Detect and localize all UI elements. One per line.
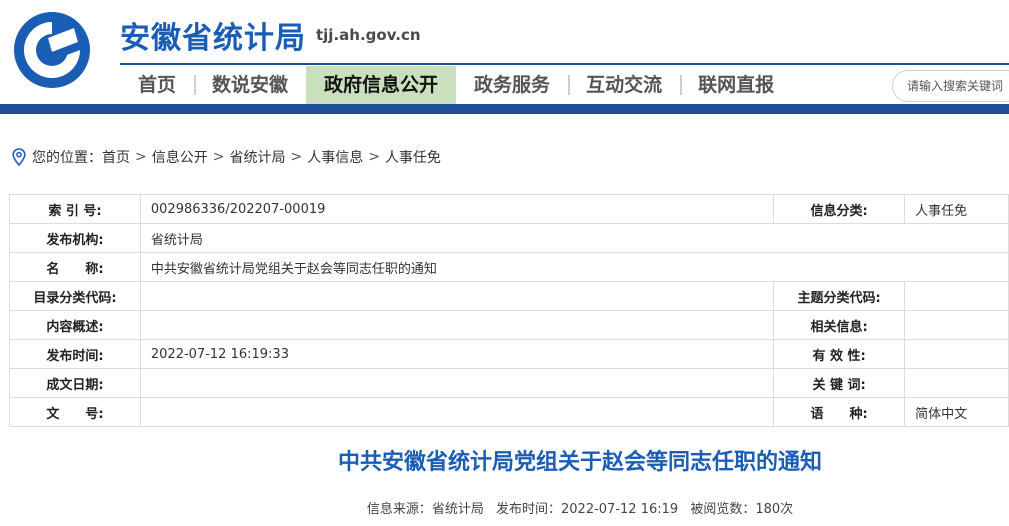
nav-interaction[interactable]: 互动交流 xyxy=(568,66,680,104)
table-row: 名 称: 中共安徽省统计局党组关于赵会等同志任职的通知 xyxy=(9,252,1009,282)
publisher-label: 发布机构: xyxy=(9,223,141,253)
table-row: 文 号: 语 种: 简体中文 xyxy=(9,397,1009,427)
summary-label: 内容概述: xyxy=(9,310,141,340)
keywords-value xyxy=(904,368,1009,398)
table-row: 内容概述: 相关信息: xyxy=(9,310,1009,340)
subject-code-value xyxy=(904,281,1009,311)
nav-online-report[interactable]: 联网直报 xyxy=(680,66,792,104)
article-title: 中共安徽省统计局党组关于赵会等同志任职的通知 xyxy=(337,450,822,475)
table-row: 目录分类代码: 主题分类代码: xyxy=(9,281,1009,311)
written-date-value xyxy=(139,368,775,398)
breadcrumb-provincial-bureau[interactable]: 省统计局 xyxy=(229,147,285,167)
breadcrumb-separator: > xyxy=(368,149,380,165)
validity-label: 有 效 性: xyxy=(773,339,906,369)
search-input[interactable] xyxy=(907,71,1009,101)
catalog-code-value xyxy=(139,281,775,311)
document-info-table: 索 引 号: 002986336/202207-00019 信息分类: 人事任免… xyxy=(9,194,1009,427)
table-row: 成文日期: 关 键 词: xyxy=(9,368,1009,398)
breadcrumb: 您的位置： 首页 > 信息公开 > 省统计局 > 人事信息 > 人事任免 xyxy=(12,147,441,167)
doc-number-label: 文 号: xyxy=(9,397,141,427)
catalog-code-label: 目录分类代码: xyxy=(9,281,141,311)
header-divider xyxy=(120,63,1009,65)
doc-number-value xyxy=(139,397,775,427)
location-pin-icon xyxy=(12,148,26,166)
doc-name-value: 中共安徽省统计局党组关于赵会等同志任职的通知 xyxy=(139,252,1009,282)
header-band xyxy=(0,104,1009,114)
article-publish-time: 发布时间：2022-07-12 16:19 xyxy=(496,502,679,517)
search-box xyxy=(892,70,1009,102)
doc-name-label: 名 称: xyxy=(9,252,141,282)
article-view-count: 被阅览数：180次 xyxy=(690,502,794,517)
breadcrumb-separator: > xyxy=(290,149,303,165)
table-row: 发布时间: 2022-07-12 16:19:33 有 效 性: xyxy=(9,339,1009,369)
breadcrumb-info-disclosure[interactable]: 信息公开 xyxy=(152,147,208,167)
summary-value xyxy=(139,310,775,340)
language-label: 语 种: xyxy=(773,397,906,427)
nav-gov-info-disclosure[interactable]: 政府信息公开 xyxy=(306,66,457,104)
publish-time-label: 发布时间: xyxy=(9,339,141,369)
nav-data-anhui[interactable]: 数说安徽 xyxy=(194,66,306,104)
nav-gov-services[interactable]: 政务服务 xyxy=(456,66,568,104)
index-number-label: 索 引 号: xyxy=(9,194,141,224)
breadcrumb-appointments[interactable]: 人事任免 xyxy=(385,147,441,167)
publish-time-value: 2022-07-12 16:19:33 xyxy=(139,339,775,369)
breadcrumb-separator: > xyxy=(212,149,225,165)
table-row: 索 引 号: 002986336/202207-00019 信息分类: 人事任免 xyxy=(9,194,1009,224)
breadcrumb-separator: > xyxy=(135,149,147,165)
related-info-value xyxy=(904,310,1009,340)
main-nav: 首页 数说安徽 政府信息公开 政务服务 互动交流 联网直报 xyxy=(120,66,792,104)
site-title[interactable]: 安徽省统计局 xyxy=(120,13,306,57)
written-date-label: 成文日期: xyxy=(9,368,141,398)
related-info-label: 相关信息: xyxy=(773,310,906,340)
site-header: 安徽省统计局 tjj.ah.gov.cn 首页 数说安徽 政府信息公开 政务服务… xyxy=(0,0,1009,112)
article-meta: 信息来源：省统计局 发布时间：2022-07-12 16:19 被阅览数：180… xyxy=(0,498,1009,517)
site-domain: tjj.ah.gov.cn xyxy=(316,26,421,44)
breadcrumb-home[interactable]: 首页 xyxy=(102,147,130,167)
statistics-logo-icon[interactable] xyxy=(8,8,96,92)
breadcrumb-prefix: 您的位置： xyxy=(32,150,102,166)
info-category-label: 信息分类: xyxy=(773,194,906,224)
publisher-value: 省统计局 xyxy=(139,223,1009,253)
breadcrumb-personnel-info[interactable]: 人事信息 xyxy=(307,147,363,167)
index-number-value: 002986336/202207-00019 xyxy=(139,194,775,224)
info-category-value: 人事任免 xyxy=(904,194,1009,224)
nav-home[interactable]: 首页 xyxy=(120,66,194,104)
table-row: 发布机构: 省统计局 xyxy=(9,223,1009,253)
subject-code-label: 主题分类代码: xyxy=(773,281,906,311)
validity-value xyxy=(904,339,1009,369)
article-source: 信息来源：省统计局 xyxy=(366,502,484,517)
language-value: 简体中文 xyxy=(904,397,1009,427)
keywords-label: 关 键 词: xyxy=(773,368,906,398)
